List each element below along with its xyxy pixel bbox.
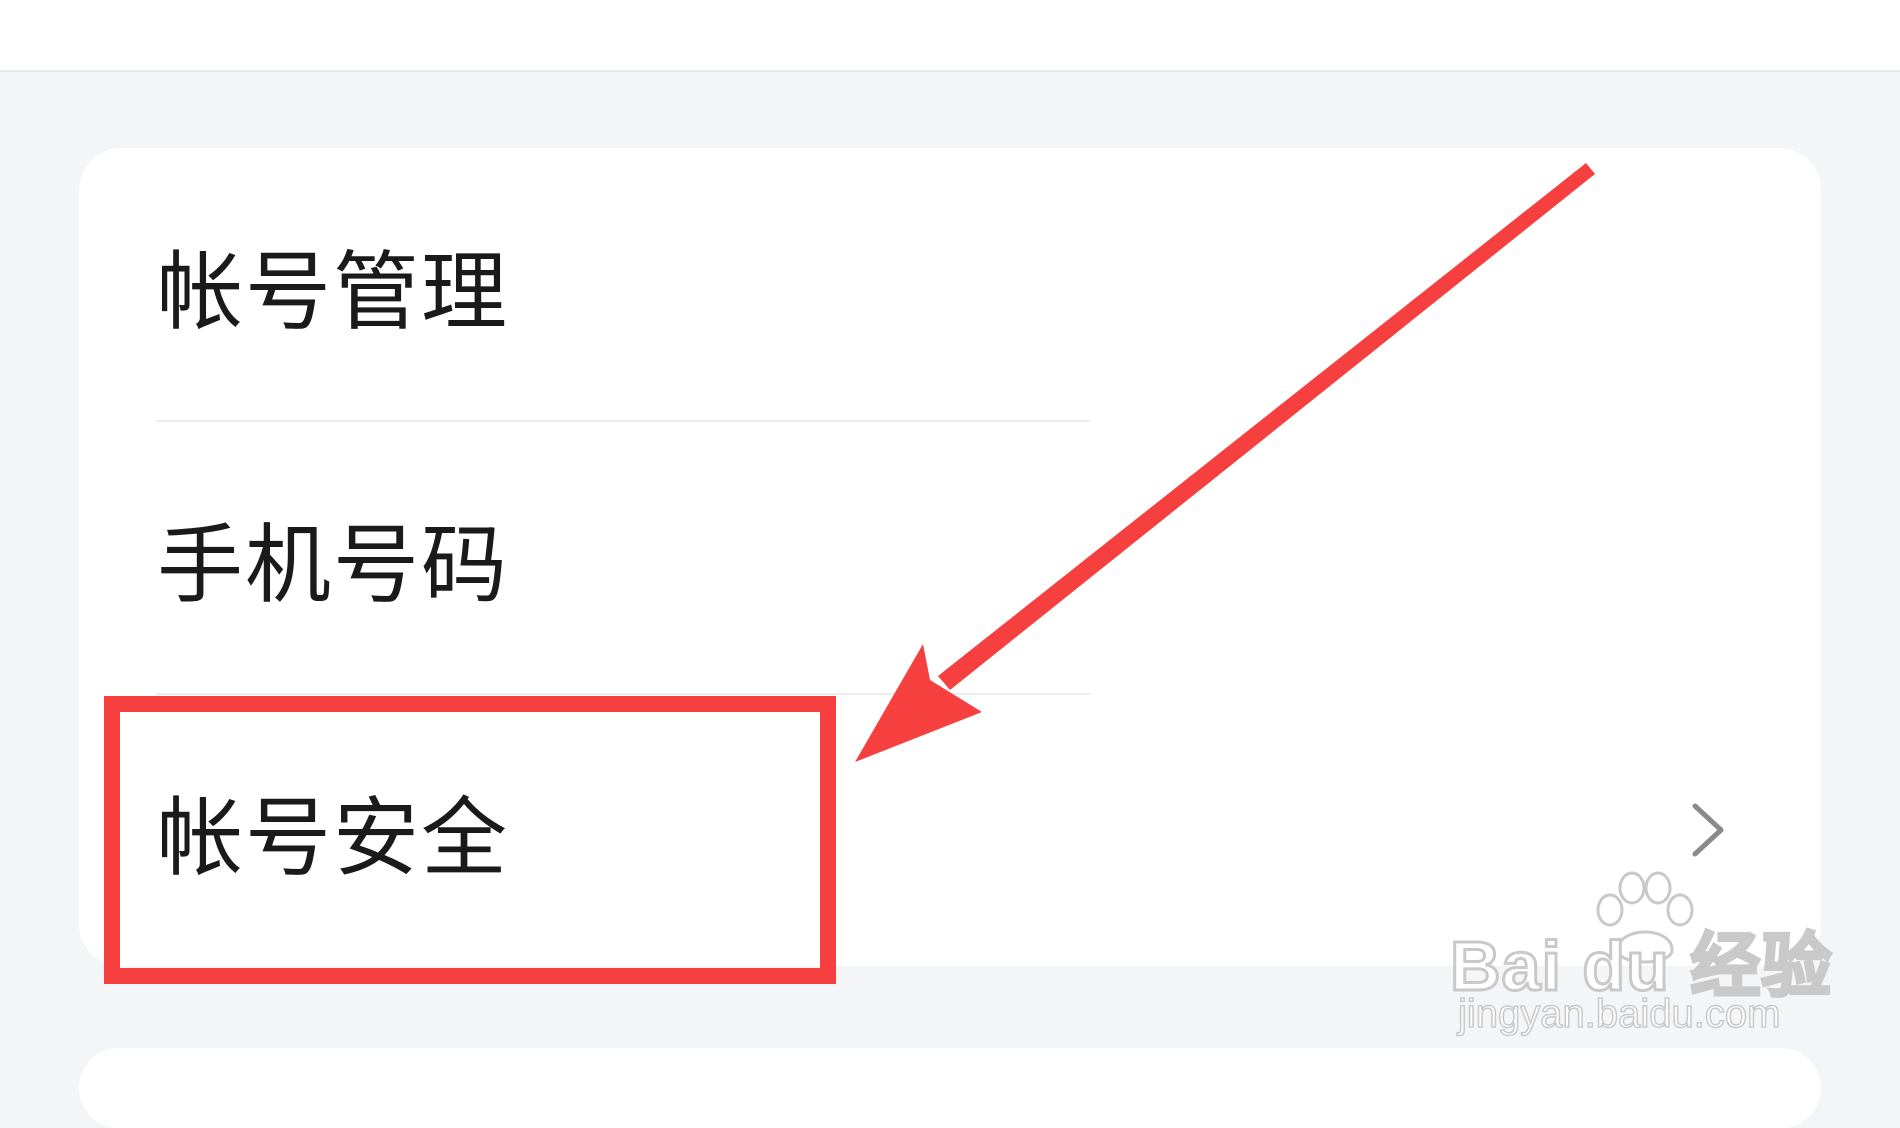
settings-item-account-management[interactable]: 帐号管理 [79,148,1821,420]
settings-item-label: 帐号管理 [157,242,509,343]
watermark-url: jingyan.baidu.com [1457,991,1781,1037]
baidu-jingyan-watermark: Bai du 经验 jingyan.baidu.com [1448,870,1833,1040]
settings-item-phone-number[interactable]: 手机号码 [79,421,1821,693]
next-settings-card [79,1048,1821,1128]
settings-item-label: 手机号码 [157,515,509,616]
highlight-annotation-box [104,696,836,984]
top-navigation-bar [0,0,1900,72]
chevron-right-icon [1692,803,1724,857]
